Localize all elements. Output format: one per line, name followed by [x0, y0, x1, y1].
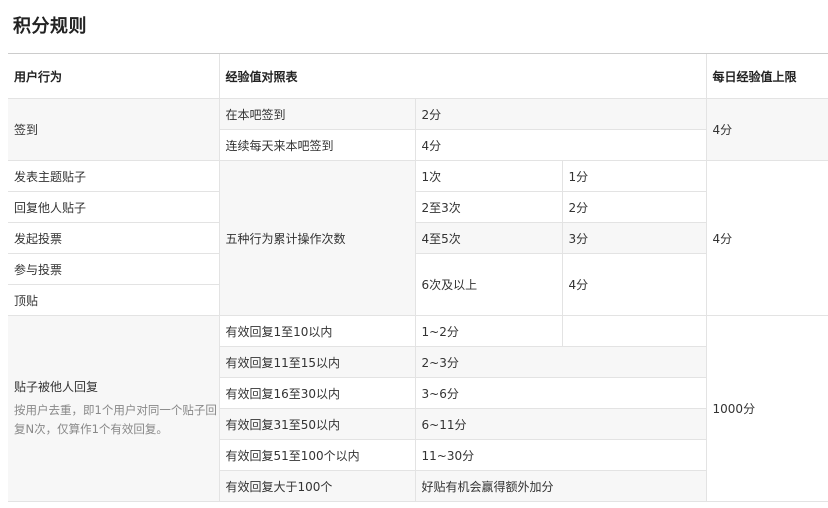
reply-points: 2~3分 — [414, 346, 707, 378]
behavior-sign: 签到 — [8, 98, 219, 161]
actions-limit: 4分 — [705, 160, 828, 316]
behavior-bump: 顶贴 — [8, 284, 219, 316]
replied-note: 按用户去重，即1个用户对同一个贴子回复N次，仅算作1个有效回复。 — [14, 402, 217, 436]
actions-count: 2至3次 — [414, 191, 562, 223]
points-rule-table: 用户行为 经验值对照表 每日经验值上限 签到 在本吧签到 2分 4分 连续每天来… — [8, 53, 828, 502]
reply-range: 有效回复31至50以内 — [218, 408, 415, 440]
reply-range: 有效回复16至30以内 — [218, 377, 415, 409]
header-behavior: 用户行为 — [8, 53, 219, 99]
reply-range: 有效回复大于100个 — [218, 470, 415, 502]
header-limit: 每日经验值上限 — [705, 53, 828, 99]
reply-points: 11~30分 — [414, 439, 707, 471]
reply-empty — [561, 315, 707, 347]
behavior-join-vote: 参与投票 — [8, 253, 219, 285]
table-row: 参与投票 6次及以上 4分 — [8, 253, 828, 316]
actions-points: 4分 — [561, 253, 707, 316]
table-row: 贴子被他人回复 按用户去重，即1个用户对同一个贴子回复N次，仅算作1个有效回复。… — [8, 315, 828, 502]
replied-label: 贴子被他人回复 — [14, 379, 99, 394]
sign-item: 连续每天来本吧签到 — [218, 129, 415, 161]
behavior-post: 发表主题贴子 — [8, 160, 219, 192]
actions-count: 6次及以上 — [414, 253, 562, 316]
behavior-replied: 贴子被他人回复 按用户去重，即1个用户对同一个贴子回复N次，仅算作1个有效回复。 — [8, 315, 219, 502]
header-table: 经验值对照表 — [218, 53, 707, 99]
reply-points: 好贴有机会赢得额外加分 — [414, 470, 707, 502]
sign-limit: 4分 — [705, 98, 828, 161]
reply-points: 6~11分 — [414, 408, 707, 440]
table-header-row: 用户行为 经验值对照表 每日经验值上限 — [8, 53, 828, 99]
reply-points: 1~2分 — [414, 315, 562, 347]
actions-points: 3分 — [561, 222, 707, 254]
actions-middle: 五种行为累计操作次数 — [218, 160, 415, 316]
actions-points: 1分 — [561, 160, 707, 192]
reply-range: 有效回复1至10以内 — [218, 315, 415, 347]
actions-count: 1次 — [414, 160, 562, 192]
reply-points: 3~6分 — [414, 377, 707, 409]
page-title: 积分规则 — [13, 16, 87, 37]
table-row: 回复他人贴子 2至3次 2分 — [8, 191, 828, 223]
sign-points: 2分 — [414, 98, 707, 130]
reply-range: 有效回复51至100个以内 — [218, 439, 415, 471]
table-row: 签到 在本吧签到 2分 4分 — [8, 98, 828, 161]
behavior-reply: 回复他人贴子 — [8, 191, 219, 223]
replies-limit: 1000分 — [705, 315, 828, 502]
sign-points: 4分 — [414, 129, 707, 161]
actions-count: 4至5次 — [414, 222, 562, 254]
sign-item: 在本吧签到 — [218, 98, 415, 130]
behavior-start-vote: 发起投票 — [8, 222, 219, 254]
reply-range: 有效回复11至15以内 — [218, 346, 415, 378]
actions-points: 2分 — [561, 191, 707, 223]
table-row: 发起投票 4至5次 3分 — [8, 222, 828, 254]
table-row: 发表主题贴子 五种行为累计操作次数 1次 1分 4分 — [8, 160, 828, 316]
